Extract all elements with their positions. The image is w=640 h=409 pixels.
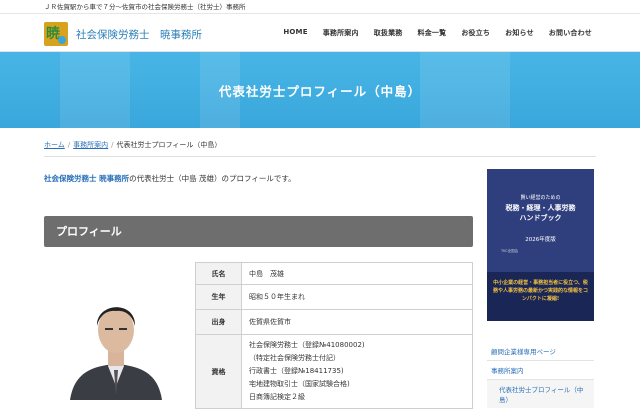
row-value-name: 中島 茂雄 — [241, 262, 473, 285]
profile-table: 氏名 中島 茂雄 生年 昭和５０年生まれ 出身 佐賀県佐賀市 資格 社会保険労務… — [195, 262, 473, 409]
nav-useful[interactable]: お役立ち — [461, 28, 490, 38]
qualification-item: 日商簿記検定２級 — [249, 393, 305, 401]
intro-org-link[interactable]: 社会保険労務士 暁事務所 — [44, 174, 129, 183]
intro-text: 社会保険労務士 暁事務所の代表社労士（中島 茂雄）のプロフィールです。 — [44, 173, 296, 184]
logo-icon[interactable]: 暁 — [44, 22, 68, 46]
book-title: 税務・経理・人事労務 ハンドブック — [487, 203, 594, 223]
nav-fees[interactable]: 料金一覧 — [418, 28, 447, 38]
site-header: 暁 社会保険労務士 暁事務所 HOME 事務所案内 取扱業務 料金一覧 お役立ち… — [0, 14, 640, 52]
row-label: 出身 — [195, 309, 242, 335]
divider — [44, 156, 596, 157]
site-name[interactable]: 社会保険労務士 暁事務所 — [76, 27, 202, 42]
row-label: 氏名 — [195, 262, 242, 285]
book-subtitle: 賢い経営のための — [520, 195, 561, 201]
nav-news[interactable]: お知らせ — [505, 28, 534, 38]
hero-banner: 代表社労士プロフィール（中島） — [0, 52, 640, 128]
nav-home[interactable]: HOME — [283, 28, 307, 38]
sidebar-item-client-page[interactable]: 顧問企業様専用ページ — [487, 342, 594, 361]
breadcrumb-home[interactable]: ホーム — [44, 141, 65, 149]
section-heading: プロフィール — [44, 216, 473, 247]
sidebar: 賢い経営のための 税務・経理・人事労務 ハンドブック 2026年度版 TKC全国… — [487, 169, 594, 321]
breadcrumb-office[interactable]: 事務所案内 — [73, 141, 108, 149]
handbook-banner[interactable]: 賢い経営のための 税務・経理・人事労務 ハンドブック 2026年度版 TKC全国… — [487, 169, 594, 321]
book-title-line: ハンドブック — [519, 214, 562, 222]
profile-photo — [66, 286, 166, 400]
sidebar-nav: 顧問企業様専用ページ 事務所案内 代表社労士プロフィール（中島） — [487, 342, 594, 408]
book-title-line: 税務・経理・人事労務 — [505, 204, 576, 212]
main-nav: HOME 事務所案内 取扱業務 料金一覧 お役立ち お知らせ お問い合わせ — [283, 28, 592, 38]
intro-body: の代表社労士（中島 茂雄）のプロフィールです。 — [129, 174, 296, 183]
nav-contact[interactable]: お問い合わせ — [549, 28, 592, 38]
page-title: 代表社労士プロフィール（中島） — [218, 84, 422, 99]
nav-services[interactable]: 取扱業務 — [374, 28, 403, 38]
row-label: 生年 — [195, 284, 242, 310]
qualification-item: 行政書士（登録№18411735) — [249, 367, 344, 375]
breadcrumb: ホーム / 事務所案内 / 代表社労士プロフィール（中島） — [44, 141, 222, 149]
qualification-item: 社会保険労務士（登録№41080002) — [249, 341, 365, 349]
book-edition: 2026年度版 — [525, 237, 556, 243]
sidebar-item-office[interactable]: 事務所案内 — [487, 361, 594, 380]
book-publisher: TKC全国会 — [501, 249, 519, 253]
nav-office[interactable]: 事務所案内 — [323, 28, 359, 38]
breadcrumb-current: 代表社労士プロフィール（中島） — [116, 141, 222, 149]
tagline: ＪＲ佐賀駅から車で７分～佐賀市の社会保険労務士（社労士）事務所 — [0, 0, 640, 14]
qualification-item: 宅地建物取引士（国家試験合格) — [249, 380, 350, 388]
book-promo: 中小企業の経営・事務担当者に役立つ、税務や人事労務の最新かつ実践的な情報をコンパ… — [492, 280, 588, 302]
row-label: 資格 — [195, 334, 242, 409]
row-value-birth: 昭和５０年生まれ — [241, 284, 473, 310]
qualification-item: （特定社会保険労務士付記） — [249, 354, 340, 362]
row-value-qualifications: 社会保険労務士（登録№41080002) （特定社会保険労務士付記） 行政書士（… — [241, 334, 473, 409]
row-value-origin: 佐賀県佐賀市 — [241, 309, 473, 335]
sidebar-item-profile[interactable]: 代表社労士プロフィール（中島） — [487, 380, 594, 408]
